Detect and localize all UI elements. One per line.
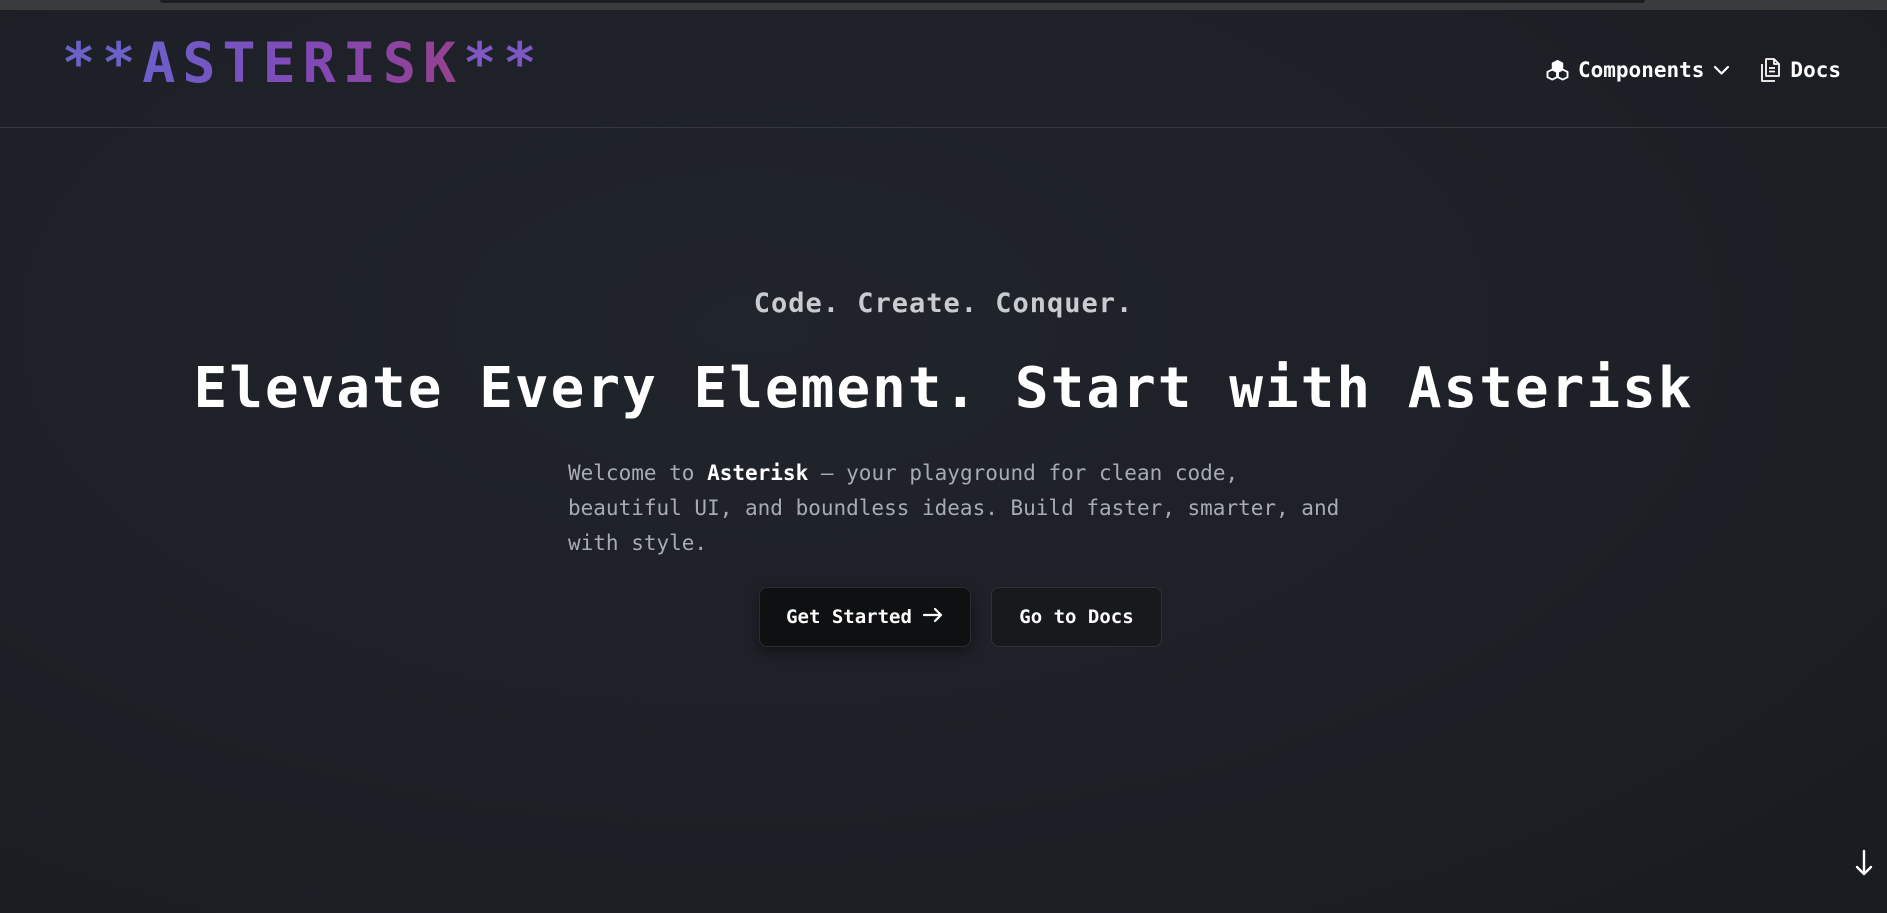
logo[interactable]: **ASTERISK** [62, 36, 543, 91]
hero-tagline: Code. Create. Conquer. [753, 288, 1134, 319]
scroll-down-button[interactable] [1855, 849, 1873, 881]
nav-docs-label: Docs [1790, 58, 1841, 82]
nav-components-dropdown[interactable]: Components [1546, 58, 1730, 82]
subtext-prefix: Welcome to [568, 461, 708, 485]
site-header: **ASTERISK** Components Docs [0, 10, 1887, 128]
go-to-docs-label: Go to Docs [1019, 606, 1134, 628]
main-nav: Components Docs [1546, 58, 1841, 82]
page: **ASTERISK** Components Docs Code. Creat… [0, 10, 1887, 913]
get-started-button[interactable]: Get Started [759, 587, 971, 647]
go-to-docs-button[interactable]: Go to Docs [991, 587, 1162, 647]
logo-wordmark: ASTERISK [142, 31, 464, 95]
arrow-right-icon [922, 606, 944, 628]
arrow-down-icon [1855, 849, 1873, 881]
browser-tab-edge [160, 0, 1645, 3]
cubes-icon [1546, 59, 1569, 81]
chevron-down-icon [1713, 65, 1730, 76]
get-started-label: Get Started [786, 606, 912, 628]
documents-icon [1760, 58, 1781, 82]
nav-components-label: Components [1577, 58, 1705, 82]
browser-top-strip [0, 0, 1887, 10]
logo-stars-right: ** [463, 31, 544, 95]
nav-docs-link[interactable]: Docs [1760, 58, 1841, 82]
hero-subtext: Welcome to Asterisk — your playground fo… [568, 456, 1358, 561]
subtext-brand: Asterisk [707, 461, 809, 485]
hero-headline: Elevate Every Element. Start with Asteri… [193, 356, 1694, 421]
logo-stars-left: ** [62, 31, 143, 95]
